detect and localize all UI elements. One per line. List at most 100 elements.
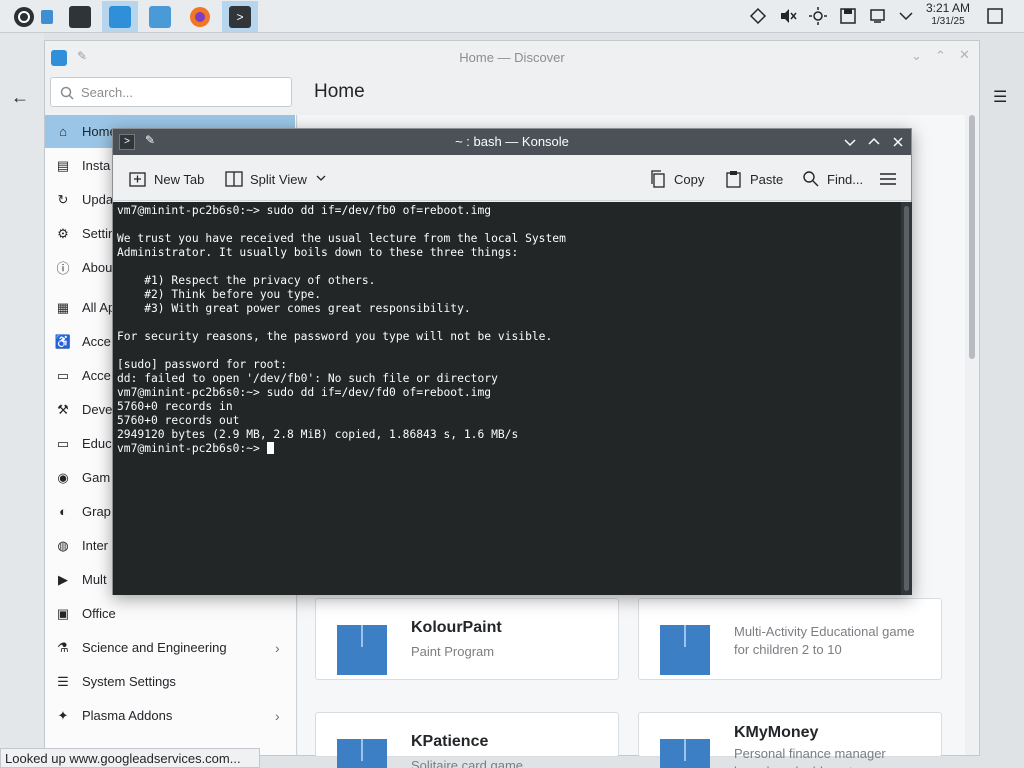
- taskbar-system-monitor[interactable]: [62, 1, 98, 32]
- package-icon: [660, 625, 710, 675]
- terminal-prompt: vm7@minint-pc2b6s0:~>: [117, 442, 267, 455]
- terminal-scrollbar[interactable]: [901, 202, 912, 595]
- sidebar-item-label: Grap: [82, 504, 111, 519]
- disk-icon[interactable]: [838, 6, 858, 26]
- konsole-titlebar[interactable]: > ✎ ~ : bash — Konsole: [113, 129, 911, 155]
- terminal-line: 5760+0 records in: [117, 400, 233, 413]
- konsole-icon: >: [229, 5, 251, 28]
- chevron-down-icon: [315, 172, 327, 187]
- sidebar-item[interactable]: ✦ Plasma Addons ›: [45, 699, 295, 732]
- brightness-icon[interactable]: [808, 6, 828, 26]
- grid-icon: ▦: [56, 299, 70, 315]
- peek-desktop-icon[interactable]: [985, 6, 1005, 26]
- split-view-label: Split View: [250, 171, 307, 187]
- search-icon: [802, 170, 820, 188]
- terminal-line: vm7@minint-pc2b6s0:~> sudo dd if=/dev/fd…: [117, 386, 492, 399]
- back-arrow-icon[interactable]: ←: [11, 87, 29, 108]
- hamburger-menu-icon[interactable]: ☰: [993, 87, 1007, 107]
- terminal-line: #2) Think before you type.: [117, 288, 322, 301]
- show-desktop-button[interactable]: [38, 1, 56, 32]
- app-launcher-button[interactable]: [6, 1, 42, 32]
- sidebar-item-label: Science and Engineering: [82, 640, 227, 655]
- desktop-icon: [41, 9, 53, 24]
- minimize-icon[interactable]: ⌄: [911, 48, 922, 64]
- discover-titlebar[interactable]: ✎ Home — Discover ⌄ ⌃ ✕: [45, 41, 979, 75]
- scrollbar-thumb[interactable]: [969, 115, 975, 359]
- terminal-area[interactable]: vm7@minint-pc2b6s0:~> sudo dd if=/dev/fb…: [113, 202, 901, 595]
- copy-label: Copy: [674, 171, 705, 187]
- sidebar-item[interactable]: ⚗ Science and Engineering ›: [45, 631, 295, 664]
- sidebar-item-label: All Ap: [82, 300, 116, 315]
- split-view-button[interactable]: Split View: [225, 168, 327, 190]
- app-description: Personal finance manager based on double…: [734, 746, 886, 768]
- desktop-background: [0, 33, 44, 768]
- home-icon: ⌂: [59, 124, 67, 139]
- taskbar-dolphin[interactable]: [142, 1, 178, 32]
- volume-muted-icon[interactable]: [778, 6, 798, 26]
- discover-scrollbar[interactable]: [965, 115, 979, 755]
- terminal-line: Administrator. It usually boils down to …: [117, 246, 519, 259]
- minimize-icon[interactable]: [840, 132, 860, 152]
- sidebar-item-label: Educ: [82, 436, 112, 451]
- terminal-line: #1) Respect the privacy of others.: [117, 274, 376, 287]
- close-icon[interactable]: ✕: [959, 47, 970, 63]
- sidebar-item-label: Insta: [82, 158, 111, 173]
- sidebar-item-label: Plasma Addons: [82, 708, 173, 723]
- taskbar-konsole[interactable]: >: [222, 1, 258, 32]
- sidebar-item-label: Office: [82, 606, 116, 621]
- graphics-icon: ◐: [59, 504, 67, 519]
- discover-icon: [109, 5, 131, 28]
- taskbar-discover[interactable]: [102, 1, 138, 32]
- app-description: Solitaire card game: [411, 758, 523, 768]
- system-settings-icon: ☰: [57, 673, 69, 689]
- office-icon: ▣: [56, 605, 70, 621]
- sidebar-item[interactable]: ☰ System Settings: [45, 665, 295, 698]
- copy-icon: [649, 170, 667, 188]
- find-button[interactable]: Find...: [802, 168, 863, 190]
- sidebar-item[interactable]: ▣ Office: [45, 597, 295, 630]
- scrollbar-thumb[interactable]: [904, 206, 909, 591]
- terminal-line: We trust you have received the usual lec…: [117, 232, 566, 245]
- app-card-kpatience[interactable]: KPatience Solitaire card game: [315, 712, 619, 768]
- terminal-output: vm7@minint-pc2b6s0:~> sudo dd if=/dev/fb…: [117, 204, 566, 456]
- sidebar-item-label: Acce: [82, 368, 111, 383]
- chevron-right-icon: ›: [275, 707, 280, 724]
- sidebar-item-label: Acce: [82, 334, 111, 349]
- close-icon[interactable]: [888, 132, 908, 152]
- paste-button[interactable]: Paste: [725, 168, 783, 190]
- app-name: KolourPaint: [411, 619, 502, 636]
- clock-date: 1/31/25: [931, 16, 965, 27]
- search-icon: [60, 86, 74, 100]
- new-tab-button[interactable]: New Tab: [129, 168, 204, 190]
- tray-expand-chevron-icon[interactable]: [896, 6, 916, 26]
- app-card-educational[interactable]: Multi-Activity Educational game for chil…: [638, 598, 942, 680]
- app-description: Paint Program: [411, 644, 495, 659]
- clipboard-icon[interactable]: [868, 6, 888, 26]
- terminal-line: [sudo] password for root:: [117, 358, 288, 371]
- maximize-icon[interactable]: ⌃: [935, 48, 946, 64]
- sidebar-item-label: Upda: [82, 192, 114, 207]
- split-view-icon: [225, 170, 243, 188]
- sidebar-item-label: Inter: [82, 538, 109, 553]
- search-input[interactable]: Search...: [50, 77, 292, 107]
- konsole-window-title: ~ : bash — Konsole: [455, 134, 569, 149]
- paste-label: Paste: [750, 171, 784, 187]
- hamburger-menu-button[interactable]: [879, 168, 904, 190]
- installed-icon: ▤: [56, 157, 70, 173]
- paste-icon: [725, 170, 743, 188]
- clock-time: 3:21 AM: [925, 1, 971, 15]
- find-label: Find...: [827, 171, 864, 187]
- app-card-kmymoney[interactable]: KMyMoney Personal finance manager based …: [638, 712, 942, 768]
- copy-button[interactable]: Copy: [649, 168, 704, 190]
- sidebar-item-label: Abou: [82, 260, 113, 275]
- maximize-icon[interactable]: [864, 132, 884, 152]
- system-monitor-icon: [69, 5, 91, 28]
- terminal-line: dd: failed to open '/dev/fb0': No such f…: [117, 372, 498, 385]
- search-placeholder: Search...: [81, 85, 134, 100]
- clock[interactable]: 3:21 AM 1/31/25: [918, 2, 978, 28]
- taskbar-firefox[interactable]: [182, 1, 218, 32]
- app-card-kolourpaint[interactable]: KolourPaint Paint Program: [315, 598, 619, 680]
- network-icon[interactable]: [748, 6, 768, 26]
